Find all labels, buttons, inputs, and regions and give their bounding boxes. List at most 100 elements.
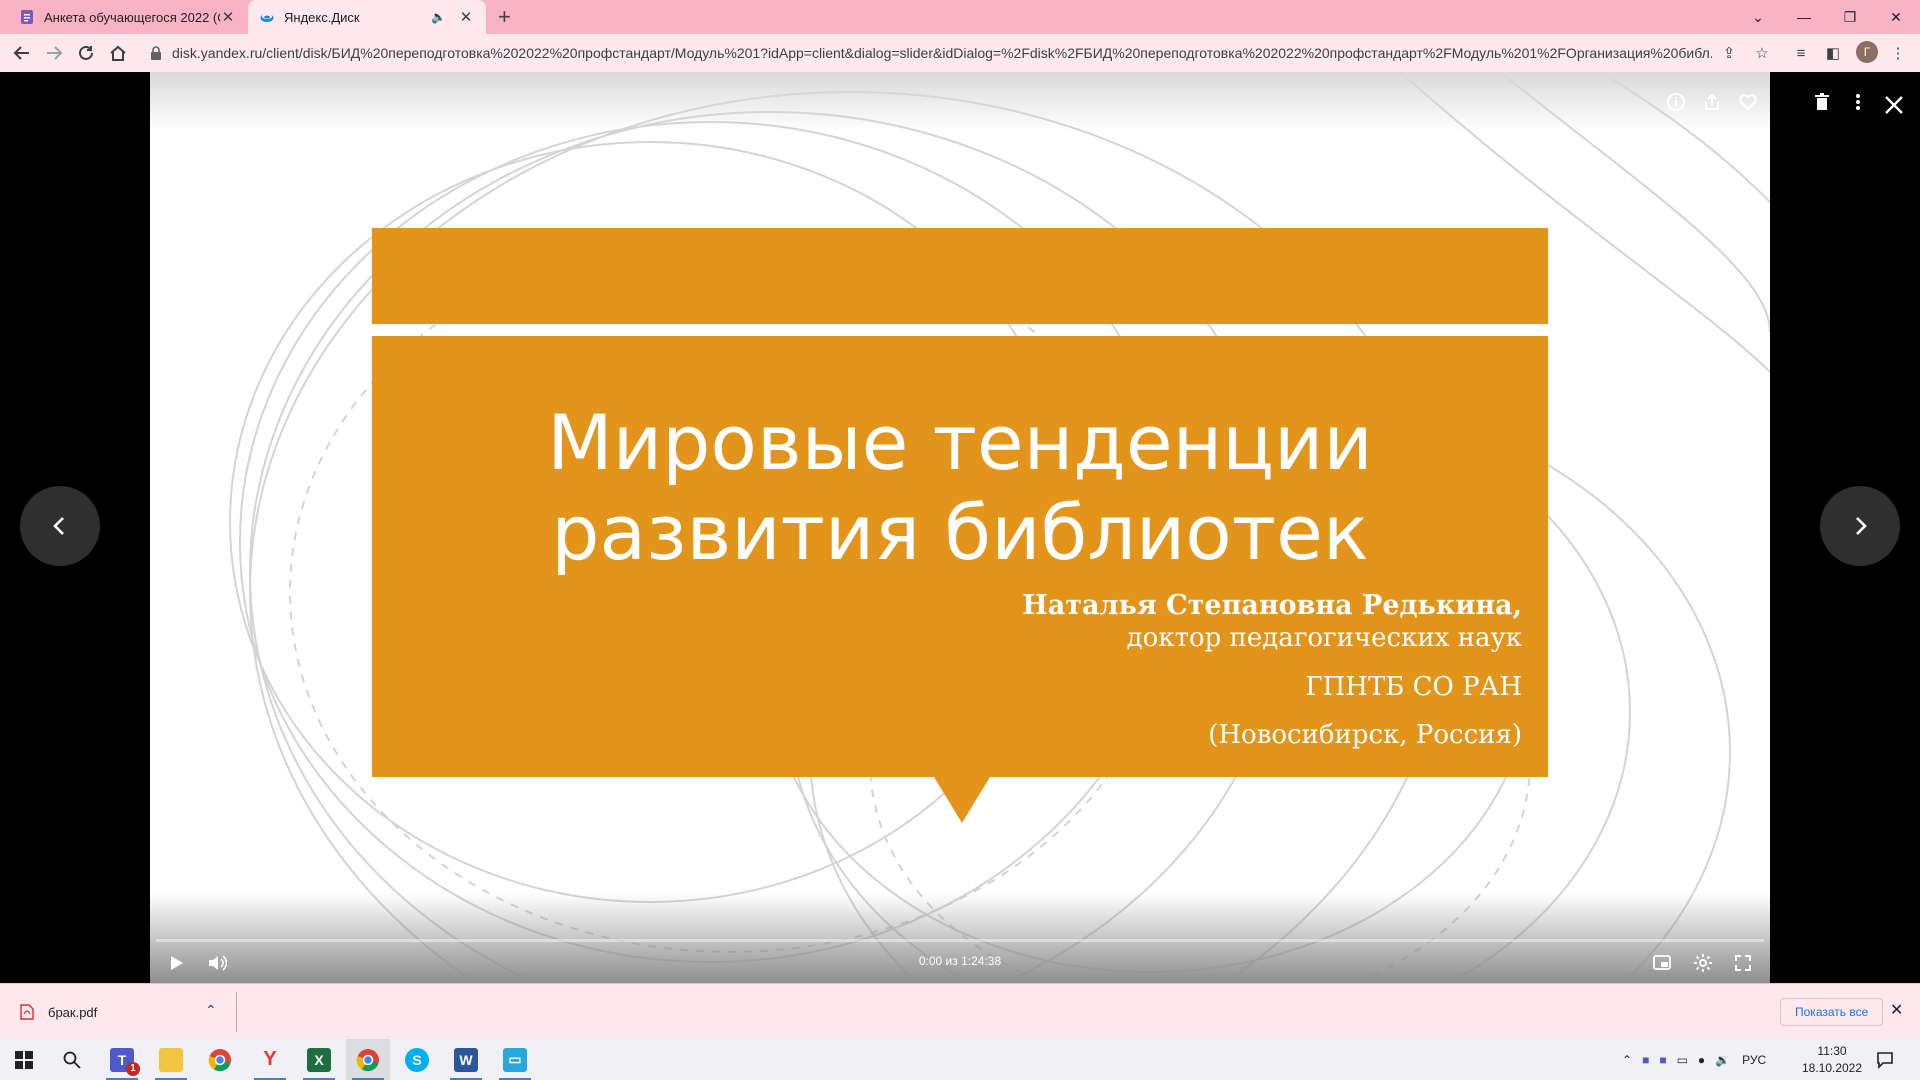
more-button[interactable] bbox=[1844, 88, 1872, 116]
media-viewer: Мировые тенденции развития библиотек Нат… bbox=[0, 72, 1920, 983]
chrome-icon bbox=[208, 1048, 231, 1071]
home-icon bbox=[110, 45, 126, 61]
fullscreen-button[interactable] bbox=[1728, 948, 1758, 978]
address-bar[interactable]: disk.yandex.ru/client/disk/БИД%20перепод… bbox=[138, 38, 1758, 68]
show-all-downloads-button[interactable]: Показать все bbox=[1780, 998, 1884, 1026]
teams-app[interactable]: T 1 bbox=[100, 1039, 144, 1080]
tab-close-icon[interactable]: ✕ bbox=[458, 8, 474, 26]
network-icon[interactable]: ▭ bbox=[1677, 1053, 1688, 1067]
side-panel-icon[interactable]: ◧ bbox=[1822, 42, 1844, 64]
close-viewer-button[interactable] bbox=[1877, 88, 1911, 122]
url-text: disk.yandex.ru/client/disk/БИД%20перепод… bbox=[172, 45, 1712, 61]
slide-banner-top bbox=[372, 228, 1548, 324]
forward-button[interactable] bbox=[40, 39, 68, 67]
slide-author-info: Наталья Степановна Редькина, доктор педа… bbox=[1022, 590, 1522, 750]
reload-button[interactable] bbox=[72, 39, 100, 67]
slide-banner-tail bbox=[934, 777, 990, 823]
download-divider bbox=[236, 992, 237, 1032]
chevron-right-icon bbox=[1856, 517, 1867, 535]
delete-button[interactable] bbox=[1808, 88, 1836, 116]
windows-logo-icon bbox=[15, 1050, 33, 1069]
excel-icon: X bbox=[307, 1047, 331, 1072]
next-button[interactable] bbox=[1820, 486, 1900, 566]
google-forms-icon bbox=[21, 10, 33, 24]
chevron-up-icon[interactable]: ⌃ bbox=[205, 1002, 217, 1019]
excel-app[interactable]: X bbox=[297, 1039, 341, 1080]
system-clock[interactable]: 11:30 18.10.2022 bbox=[1800, 1043, 1864, 1077]
browser-tab-bar: Анкета обучающегося 2022 (От ✕ Яндекс.Ди… bbox=[0, 0, 1920, 34]
home-button[interactable] bbox=[104, 39, 132, 67]
search-icon bbox=[63, 1051, 81, 1069]
slide-degree: доктор педагогических наук bbox=[1126, 623, 1522, 653]
video-frame[interactable]: Мировые тенденции развития библиотек Нат… bbox=[150, 72, 1770, 983]
subtitles-button[interactable] bbox=[1647, 948, 1677, 978]
skype-icon: S bbox=[405, 1047, 429, 1072]
profile-avatar[interactable]: Г bbox=[1856, 41, 1878, 63]
chevron-up-icon[interactable]: ⌃ bbox=[1622, 1053, 1632, 1067]
chrome-profile-app[interactable] bbox=[346, 1039, 390, 1080]
share-icon[interactable]: ⇪ bbox=[1718, 42, 1740, 64]
heart-icon bbox=[1739, 94, 1757, 111]
skype-app[interactable]: S bbox=[395, 1039, 439, 1080]
reload-icon bbox=[79, 45, 93, 60]
tab-anketa[interactable]: Анкета обучающегося 2022 (От ✕ bbox=[12, 0, 244, 34]
video-timecode: 0:00 из 1:24:38 bbox=[918, 954, 1002, 968]
media-control-icon[interactable]: ≡ bbox=[1790, 42, 1812, 64]
update-tray-icon[interactable]: ■ bbox=[1659, 1053, 1666, 1067]
slide-author: Наталья Степановна Редькина, bbox=[1022, 590, 1522, 621]
chrome-app[interactable] bbox=[198, 1039, 242, 1080]
word-app[interactable]: W bbox=[444, 1039, 488, 1080]
notifications-button[interactable] bbox=[1876, 1039, 1894, 1080]
chrome-menu-icon[interactable]: ⋮ bbox=[1887, 42, 1909, 64]
folder-icon bbox=[159, 1047, 183, 1072]
teams-icon: T 1 bbox=[110, 1047, 140, 1076]
new-tab-button[interactable]: + bbox=[498, 4, 511, 30]
info-button[interactable] bbox=[1662, 88, 1690, 116]
file-explorer-app[interactable] bbox=[149, 1039, 193, 1080]
settings-button[interactable] bbox=[1688, 948, 1718, 978]
fullscreen-icon bbox=[1735, 955, 1751, 971]
system-tray: ⌃ ■ ■ ▭ ● 🔉 РУС bbox=[1622, 1039, 1766, 1080]
clock-time: 11:30 bbox=[1817, 1044, 1847, 1058]
notifications-icon bbox=[1877, 1051, 1893, 1069]
video-progress-bar[interactable] bbox=[156, 939, 1764, 942]
minimize-button[interactable]: — bbox=[1782, 0, 1826, 34]
word-icon: W bbox=[454, 1047, 478, 1072]
yandex-browser-app[interactable]: Y bbox=[248, 1039, 292, 1080]
share-button[interactable] bbox=[1698, 88, 1726, 116]
more-vertical-icon bbox=[1856, 94, 1860, 110]
tab-search-icon[interactable]: ⌄ bbox=[1736, 0, 1780, 34]
slide-title-line2: развития библиотек bbox=[551, 488, 1369, 577]
tab-title: Яндекс.Диск bbox=[284, 9, 360, 25]
close-window-button[interactable]: ✕ bbox=[1874, 0, 1918, 34]
picture-in-picture-icon bbox=[1653, 955, 1671, 970]
download-bar: брак.pdf ⌃ Показать все ✕ bbox=[0, 983, 1920, 1039]
tab-yandex-disk[interactable]: Яндекс.Диск 🔈 ✕ bbox=[248, 0, 486, 34]
arrow-right-icon bbox=[47, 46, 63, 60]
audio-playing-icon[interactable]: 🔈 bbox=[431, 10, 446, 24]
search-button[interactable] bbox=[50, 1039, 94, 1080]
share-icon bbox=[1705, 93, 1719, 110]
yandex-disk-icon bbox=[260, 14, 274, 22]
chevron-left-icon bbox=[53, 517, 64, 535]
slide-title: Мировые тенденции развития библиотек bbox=[372, 398, 1548, 578]
download-item[interactable]: брак.pdf bbox=[20, 984, 97, 1040]
windows-taskbar: T 1 Y X S W ▭ ⌃ ■ ■ ▭ ● 🔉 РУС 11:30 18.1… bbox=[0, 1039, 1920, 1080]
yandex-icon: Y bbox=[263, 1048, 277, 1070]
teams-tray-icon[interactable]: ■ bbox=[1642, 1053, 1649, 1067]
restore-button[interactable]: ❐ bbox=[1828, 0, 1872, 34]
microphone-icon[interactable]: ● bbox=[1698, 1053, 1705, 1067]
back-button[interactable] bbox=[8, 39, 36, 67]
browser-toolbar: disk.yandex.ru/client/disk/БИД%20перепод… bbox=[0, 34, 1920, 72]
tab-close-icon[interactable]: ✕ bbox=[220, 8, 236, 26]
bookmark-star-icon[interactable]: ☆ bbox=[1751, 42, 1773, 64]
previous-button[interactable] bbox=[20, 486, 100, 566]
language-indicator[interactable]: РУС bbox=[1742, 1053, 1766, 1067]
speaker-icon[interactable]: 🔉 bbox=[1715, 1053, 1730, 1067]
info-icon bbox=[1667, 93, 1685, 111]
favorite-button[interactable] bbox=[1734, 88, 1762, 116]
close-download-bar-icon[interactable]: ✕ bbox=[1890, 1000, 1903, 1020]
video-app[interactable]: ▭ bbox=[493, 1039, 537, 1080]
lock-icon bbox=[151, 46, 161, 60]
start-button[interactable] bbox=[2, 1039, 46, 1080]
